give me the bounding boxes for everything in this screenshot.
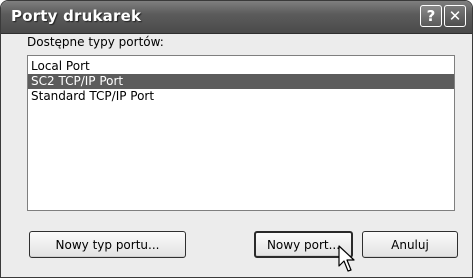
cancel-button[interactable]: Anuluj — [362, 231, 458, 258]
list-item-local-port[interactable]: Local Port — [28, 59, 454, 74]
help-button[interactable]: ? — [420, 5, 442, 27]
list-item-standard-tcpip-port[interactable]: Standard TCP/IP Port — [28, 89, 454, 104]
help-icon: ? — [426, 7, 436, 25]
list-item-sc2-tcpip-port[interactable]: SC2 TCP/IP Port — [28, 74, 454, 89]
port-types-list[interactable]: Local Port SC2 TCP/IP Port Standard TCP/… — [27, 55, 455, 211]
close-button[interactable]: ✕ — [444, 5, 466, 27]
window-title: Porty drukarek — [11, 7, 142, 25]
printer-ports-dialog: Porty drukarek ? ✕ Dostępne typy portów:… — [0, 0, 473, 278]
new-port-type-button[interactable]: Nowy typ portu... — [29, 231, 186, 258]
available-port-types-label: Dostępne typy portów: — [27, 35, 164, 49]
title-bar[interactable]: Porty drukarek ? ✕ — [1, 1, 472, 34]
close-icon: ✕ — [448, 7, 462, 25]
mouse-pointer-icon — [338, 245, 355, 272]
